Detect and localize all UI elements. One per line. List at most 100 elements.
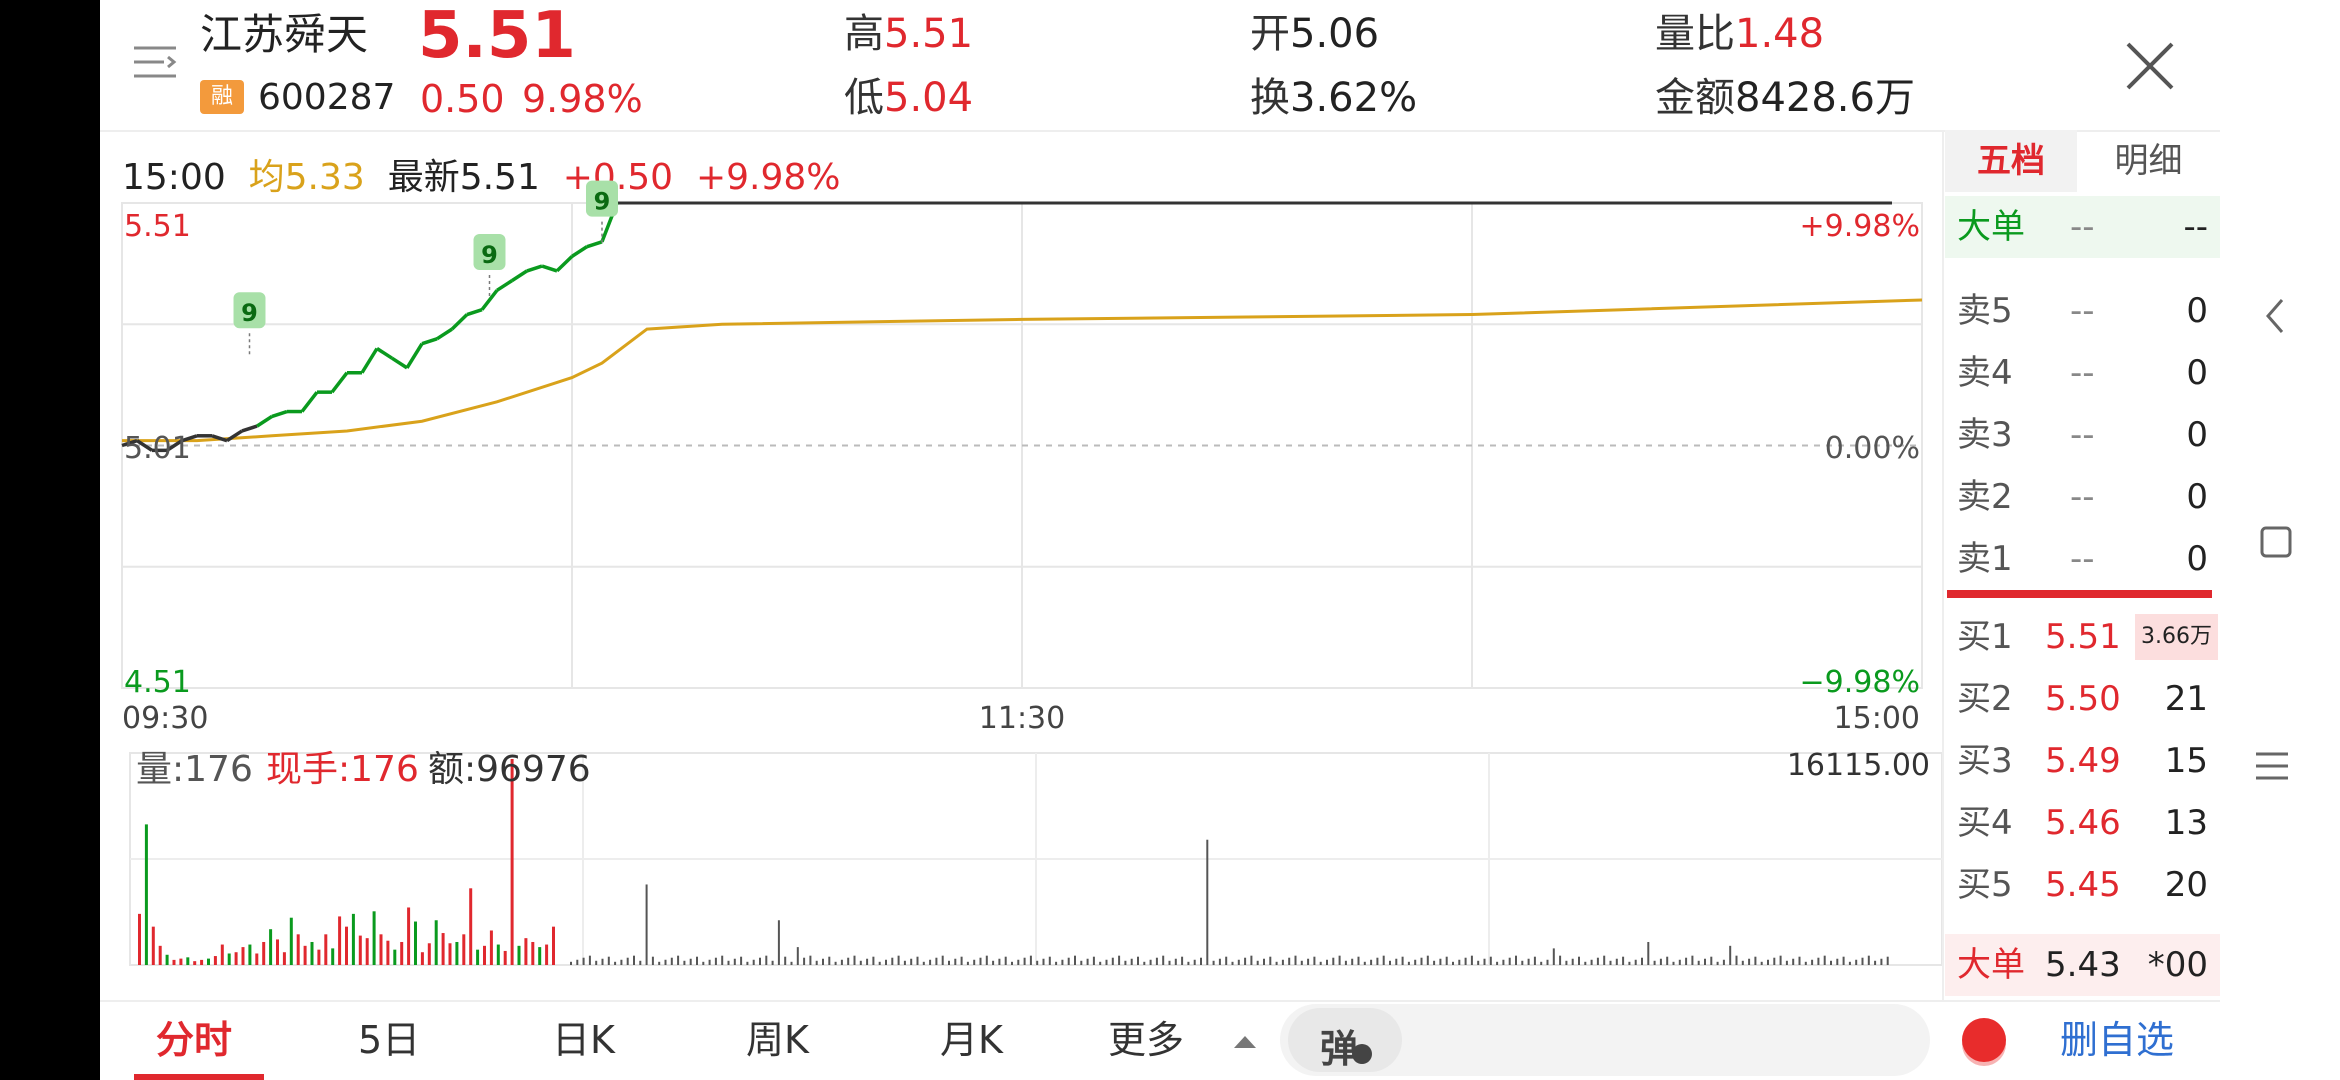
pct-tick-top: +9.98%: [1800, 209, 1920, 244]
x-tick-end: 15:00: [1834, 701, 1920, 736]
volume-bar: [834, 961, 837, 965]
back-icon[interactable]: [2256, 296, 2296, 336]
volume-bar: [1351, 958, 1354, 965]
volume-bar: [1666, 956, 1669, 965]
volume-bar: [1521, 960, 1524, 965]
active-tab-underline: [134, 1074, 264, 1080]
volume-bar: [407, 907, 411, 965]
bid-volume: 21: [2164, 679, 2208, 719]
ask-row[interactable]: 卖4 -- 0: [1945, 342, 2220, 404]
close-button[interactable]: [2120, 36, 2180, 96]
tab-intraday[interactable]: 分时: [156, 1000, 232, 1080]
volume-bar: [138, 913, 141, 965]
tab-weekly-k[interactable]: 周K: [746, 1000, 809, 1080]
volume-bar: [784, 956, 787, 965]
volume-bar: [1029, 955, 1032, 965]
volume-bar: [752, 959, 755, 965]
volume-bar: [891, 957, 894, 965]
nine-turn-label: 9: [594, 188, 611, 216]
volume-bar: [1830, 960, 1832, 965]
volume-bar: [1439, 958, 1442, 965]
volume-bar: [1288, 957, 1291, 965]
volume-bar: [524, 938, 528, 965]
ask-volume: 0: [2186, 291, 2208, 331]
volume-bar: [777, 920, 780, 965]
volume-bar: [1697, 960, 1700, 965]
tab-five-levels[interactable]: 五档: [1945, 130, 2077, 192]
remove-watchlist-button[interactable]: 删自选: [2060, 1000, 2174, 1080]
tab-5day[interactable]: 5日: [358, 1000, 420, 1080]
volume-bar: [1496, 961, 1499, 965]
home-icon[interactable]: [2256, 522, 2296, 562]
volume-bar: [1546, 959, 1549, 965]
bid-row[interactable]: 买1 5.51 3.66万: [1945, 606, 2220, 668]
order-book-panel: 五档 明细 大单 -- -- 卖5 -- 0 卖4 -- 0 卖3 -- 0 卖2 -- 0 卖1 -- 0…: [1945, 130, 2220, 1000]
volume-bar: [840, 959, 843, 965]
danmu-toggle[interactable]: 弹: [1288, 1008, 1402, 1072]
tab-monthly-k[interactable]: 月K: [940, 1000, 1003, 1080]
volume-bar: [708, 959, 711, 965]
price-line-segment: [376, 347, 393, 360]
ask-label: 卖3: [1957, 415, 2013, 455]
volume-bar: [576, 959, 579, 965]
volume-bar: [1716, 961, 1719, 965]
volume-bar: [1760, 961, 1763, 965]
volume-bar: [696, 956, 698, 965]
volume-bar: [910, 958, 913, 965]
volume-bar: [1338, 955, 1341, 965]
volume-bar: [1578, 956, 1580, 965]
volume-bar: [658, 961, 661, 965]
ask-row[interactable]: 卖2 -- 0: [1945, 466, 2220, 528]
volume-bar: [1792, 958, 1795, 965]
bid-row[interactable]: 买4 5.46 13: [1945, 792, 2220, 854]
tab-detail[interactable]: 明细: [2077, 130, 2220, 192]
volume-bar: [985, 955, 988, 965]
volume-bar: [441, 933, 445, 965]
volume-bar: [1137, 956, 1139, 965]
ask-row[interactable]: 卖1 -- 0: [1945, 528, 2220, 590]
volume-bar: [1704, 958, 1706, 965]
volume-bar: [1559, 955, 1562, 965]
volume-bar: [1861, 957, 1864, 965]
record-icon[interactable]: [1962, 1018, 2006, 1062]
volume-bar: [626, 957, 629, 965]
ask-row[interactable]: 卖3 -- 0: [1945, 404, 2220, 466]
volume-bar: [740, 956, 743, 965]
volume-bar: [1754, 956, 1757, 965]
volume-bar: [1332, 957, 1335, 965]
volume-bar: [213, 956, 217, 965]
volume-bar: [1080, 960, 1083, 965]
ask-row[interactable]: 卖5 -- 0: [1945, 280, 2220, 342]
intraday-price-chart[interactable]: 9 9 9 5.51 5.01 4.51 +9.98% 0.00% −9.98% 0…: [100, 0, 1945, 740]
close-icon: [2126, 42, 2174, 90]
recents-icon[interactable]: [2252, 746, 2292, 786]
volume-bar: [702, 961, 705, 965]
ask-label: 卖1: [1957, 539, 2013, 579]
volume-bar: [1420, 957, 1423, 965]
volume-bar: [282, 952, 286, 965]
volume-bar: [1048, 956, 1051, 965]
volume-bar: [1464, 957, 1467, 965]
tab-more[interactable]: 更多: [1108, 1000, 1184, 1080]
comment-input[interactable]: 弹: [1280, 1004, 1930, 1076]
volume-bar: [241, 947, 245, 965]
volume-bar: [853, 955, 856, 965]
bid-row[interactable]: 买3 5.49 15: [1945, 730, 2220, 792]
tab-daily-k[interactable]: 日K: [552, 1000, 615, 1080]
volume-bar: [614, 961, 617, 965]
price-line-segment: [330, 371, 349, 394]
volume-bar: [338, 916, 342, 965]
bid-row[interactable]: 买2 5.50 21: [1945, 668, 2220, 730]
volume-bar: [1168, 960, 1171, 965]
volume-chart[interactable]: 量:176 现手:176 额:96976 16115.00: [100, 735, 1945, 1000]
volume-bar: [1086, 958, 1089, 965]
volume-bar: [1414, 959, 1417, 965]
bid-label: 买4: [1957, 803, 2013, 843]
ask-volume: 0: [2186, 415, 2208, 455]
bid-row[interactable]: 买5 5.45 20: [1945, 854, 2220, 916]
more-caret-icon[interactable]: [1230, 1026, 1260, 1056]
ask-volume: 0: [2186, 477, 2208, 517]
volume-bar: [1363, 961, 1366, 965]
volume-bar: [207, 958, 210, 965]
volume-bar: [1231, 961, 1234, 965]
